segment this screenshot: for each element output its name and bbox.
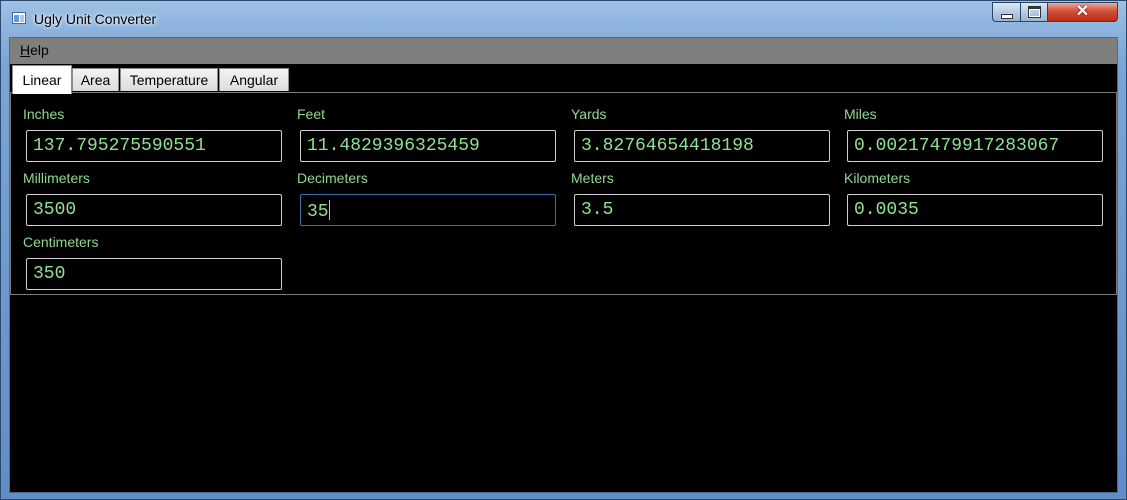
tab-linear[interactable]: Linear bbox=[12, 65, 72, 94]
inches-input[interactable]: 137.795275590551 bbox=[26, 130, 282, 162]
maximize-button[interactable] bbox=[1020, 2, 1048, 22]
menu-help-label: elp bbox=[30, 42, 49, 58]
tab-angular[interactable]: Angular bbox=[219, 68, 289, 91]
meters-input[interactable]: 3.5 bbox=[574, 194, 830, 226]
miles-input[interactable]: 0.00217479917283067 bbox=[847, 130, 1103, 162]
decimeters-value: 35 bbox=[307, 202, 329, 222]
inches-label: Inches bbox=[23, 106, 65, 122]
menu-item-help[interactable]: Help bbox=[20, 42, 49, 58]
app-icon[interactable] bbox=[12, 12, 26, 24]
menu-bar: Help bbox=[10, 38, 1117, 64]
feet-label: Feet bbox=[297, 106, 326, 122]
text-caret bbox=[328, 200, 330, 220]
decimeters-input[interactable]: 35 bbox=[300, 194, 556, 226]
close-icon: ✕ bbox=[1075, 3, 1090, 20]
kilometers-label: Kilometers bbox=[844, 170, 911, 186]
minimize-button[interactable] bbox=[992, 2, 1021, 22]
yards-input[interactable]: 3.82764654418198 bbox=[574, 130, 830, 162]
feet-input[interactable]: 11.4829396325459 bbox=[300, 130, 556, 162]
menu-help-accelerator: H bbox=[20, 42, 31, 58]
tab-temperature[interactable]: Temperature bbox=[120, 68, 218, 91]
centimeters-input[interactable]: 350 bbox=[26, 258, 282, 290]
miles-label: Miles bbox=[844, 106, 877, 122]
title-bar[interactable]: Ugly Unit Converter ✕ bbox=[1, 1, 1126, 37]
centimeters-label: Centimeters bbox=[23, 234, 99, 250]
linear-panel: Inches 137.795275590551 Feet 11.48293963… bbox=[10, 92, 1117, 295]
decimeters-label: Decimeters bbox=[297, 170, 368, 186]
close-button[interactable]: ✕ bbox=[1047, 2, 1118, 22]
meters-label: Meters bbox=[571, 170, 614, 186]
yards-label: Yards bbox=[571, 106, 607, 122]
minimize-icon bbox=[1000, 13, 1013, 19]
tab-strip: Linear Area Temperature Angular bbox=[10, 64, 1117, 94]
millimeters-label: Millimeters bbox=[23, 170, 90, 186]
client-area: Help Linear Area Temperature Angular Inc… bbox=[9, 37, 1118, 493]
kilometers-input[interactable]: 0.0035 bbox=[847, 194, 1103, 226]
maximize-icon bbox=[1027, 6, 1041, 18]
millimeters-input[interactable]: 3500 bbox=[26, 194, 282, 226]
tab-area[interactable]: Area bbox=[72, 68, 119, 91]
window-title: Ugly Unit Converter bbox=[34, 11, 157, 27]
app-window: Ugly Unit Converter ✕ Help Linear Area T… bbox=[0, 0, 1127, 500]
